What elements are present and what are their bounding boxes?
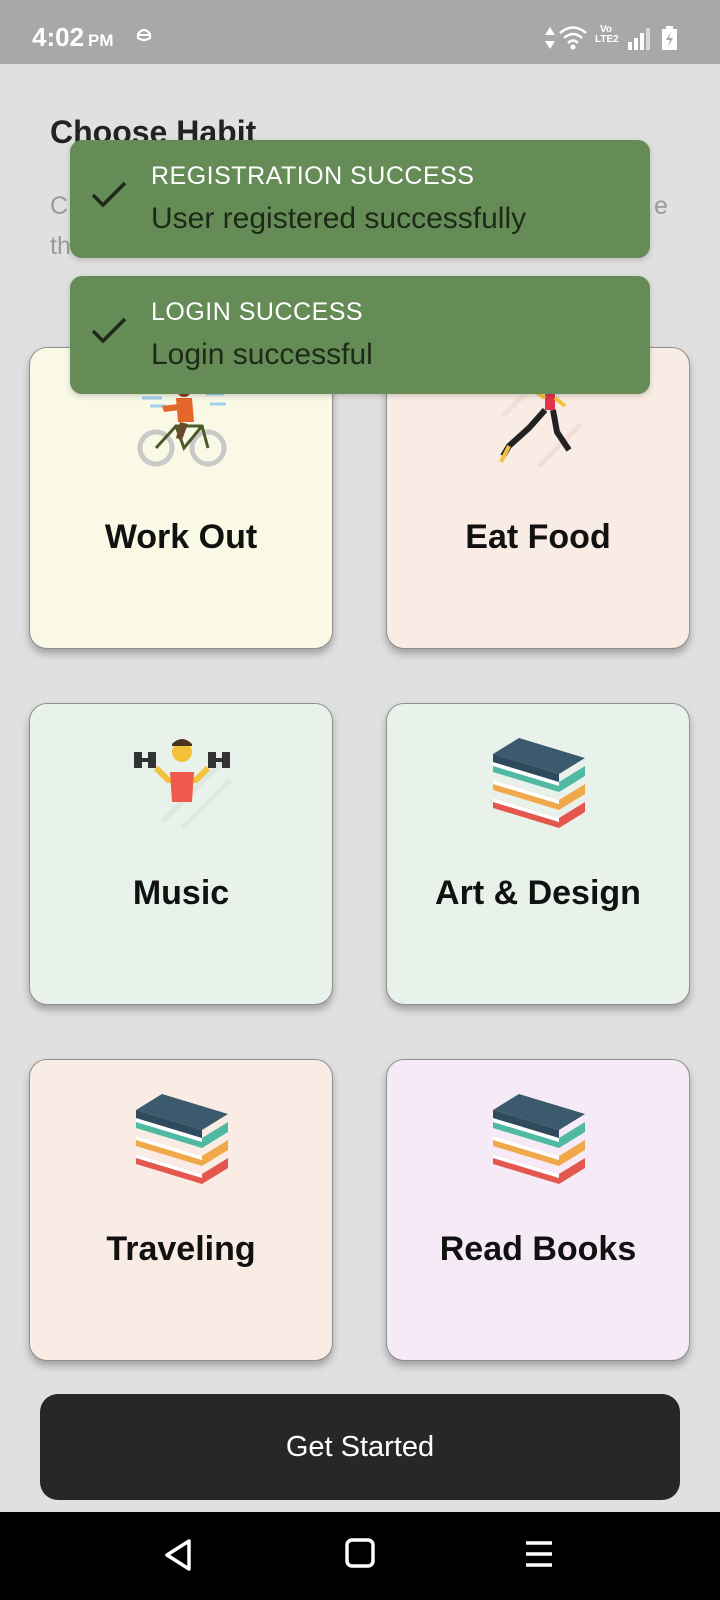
habit-card-traveling[interactable]: Traveling: [29, 1059, 333, 1361]
habit-label: Read Books: [439, 1230, 637, 1268]
volte-bottom: LTE2: [595, 34, 619, 45]
status-clock: 4:02: [32, 22, 85, 52]
wifi-icon: [558, 24, 588, 50]
subtitle-fragment: C: [50, 192, 69, 220]
habit-label: Traveling: [106, 1230, 256, 1268]
status-ampm: PM: [88, 31, 114, 50]
volte-icon: Vo LTE2: [595, 25, 619, 45]
habit-label: Eat Food: [465, 518, 611, 556]
books-icon: [489, 732, 589, 832]
status-bar: 4:02 PM Vo LTE2: [0, 0, 720, 64]
status-time: 4:02 PM: [32, 22, 114, 53]
back-icon[interactable]: [162, 1538, 194, 1577]
signal-icon: [628, 28, 650, 50]
toast-message: Login successful: [151, 338, 373, 371]
habit-card-art-design[interactable]: Art & Design: [386, 703, 690, 1005]
dumbbell-man-icon: [132, 732, 232, 832]
menu-icon[interactable]: [524, 1540, 554, 1573]
books-icon: [489, 1088, 589, 1188]
habit-label: Art & Design: [435, 874, 641, 912]
subtitle-fragment: e: [654, 192, 668, 220]
toast-message: User registered successfully: [151, 202, 527, 235]
nav-bar: [0, 1512, 720, 1600]
subtitle-fragment: th: [50, 232, 71, 260]
habit-card-read-books[interactable]: Read Books: [386, 1059, 690, 1361]
toast-title: REGISTRATION SUCCESS: [151, 162, 475, 190]
get-started-button[interactable]: Get Started: [40, 1394, 680, 1500]
toast-login-success[interactable]: LOGIN SUCCESS Login successful: [70, 276, 650, 394]
check-icon: [90, 316, 128, 351]
home-icon[interactable]: [345, 1538, 375, 1573]
habit-label: Work Out: [104, 518, 258, 556]
habit-card-music[interactable]: Music: [29, 703, 333, 1005]
battery-charging-icon: [662, 26, 677, 50]
check-icon: [90, 180, 128, 215]
toast-title: LOGIN SUCCESS: [151, 298, 364, 326]
hat-icon: [135, 26, 153, 46]
data-arrows-icon: [544, 26, 556, 50]
toast-registration-success[interactable]: REGISTRATION SUCCESS User registered suc…: [70, 140, 650, 258]
books-icon: [132, 1088, 232, 1188]
habit-label: Music: [132, 874, 230, 912]
